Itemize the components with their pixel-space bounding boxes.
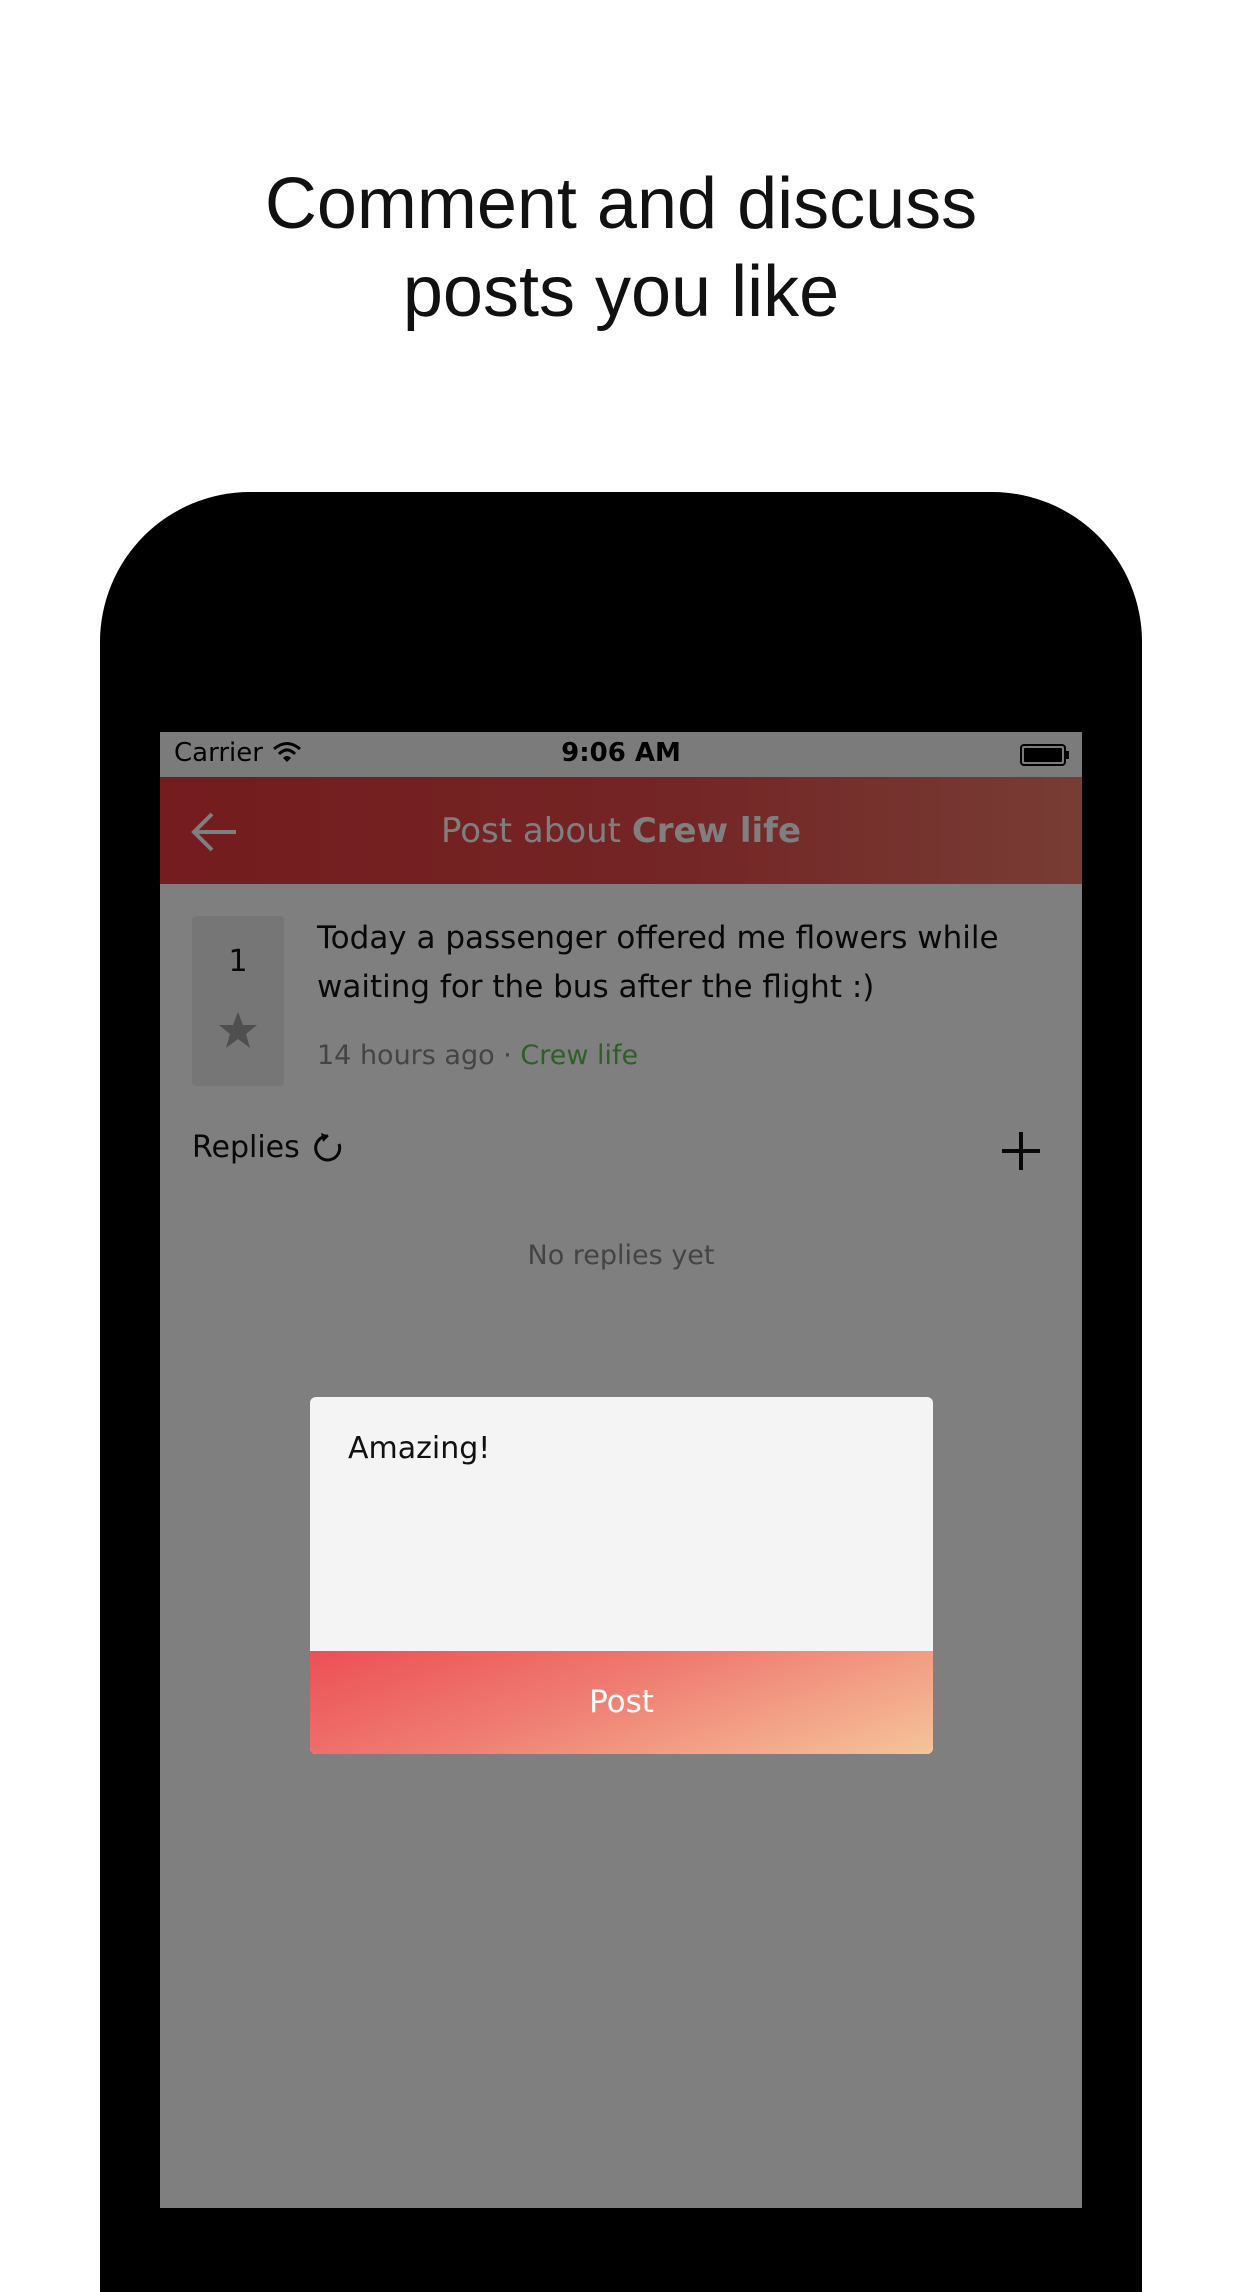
post-button[interactable]: Post bbox=[310, 1651, 933, 1754]
reply-text-input[interactable]: Amazing! bbox=[310, 1397, 933, 1649]
promo-headline-line-2: posts you like bbox=[402, 252, 840, 332]
phone-screen: Carrier 9:06 AM Post about Crew life 1 T… bbox=[160, 732, 1082, 2208]
reply-dialog: Amazing! Post bbox=[310, 1397, 933, 1754]
promo-headline-line-1: Comment and discuss bbox=[264, 164, 978, 244]
promo-headline: Comment and discuss posts you like bbox=[0, 160, 1242, 336]
